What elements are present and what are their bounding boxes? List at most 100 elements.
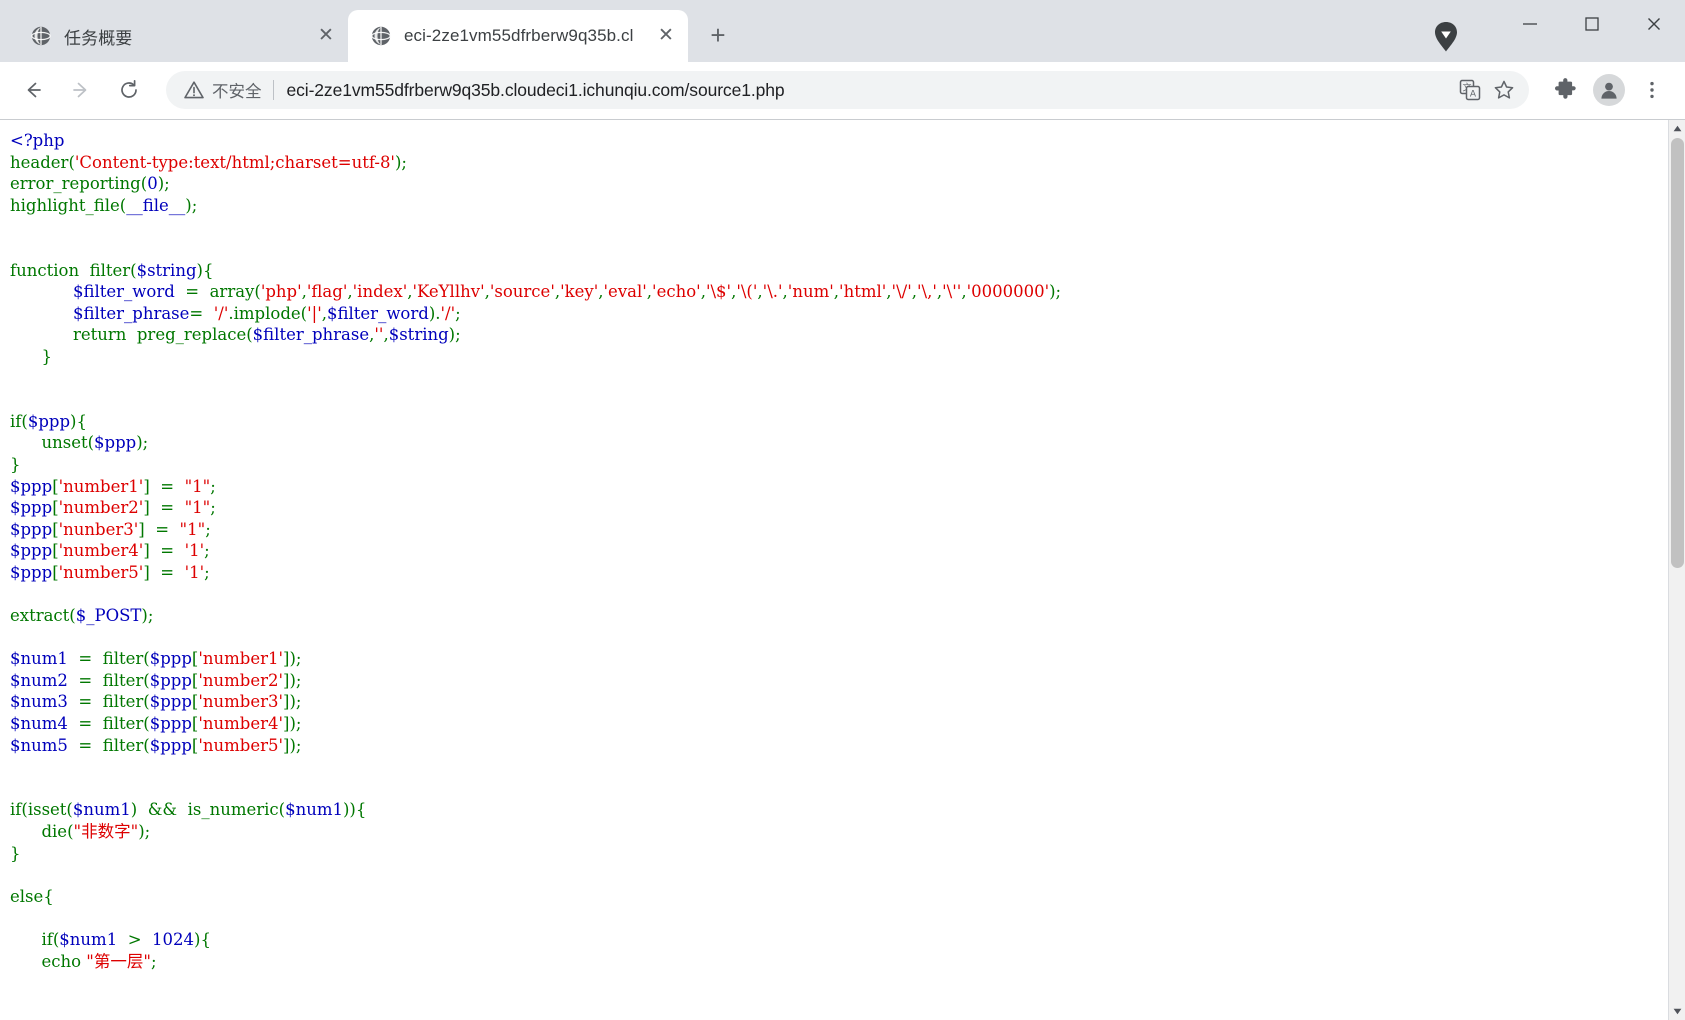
code-token: 'key' (560, 282, 599, 302)
code-token: ); (1049, 282, 1062, 302)
scroll-up-arrow[interactable] (1669, 120, 1685, 137)
code-token: } (10, 454, 21, 474)
code-token: 'index' (352, 282, 408, 302)
code-token: $ppp (27, 411, 71, 431)
browser-window: 任务概要 ✕ eci-2ze1vm55dfrberw9q35b.cl ✕ + 不… (0, 0, 1685, 1020)
code-token: ) && is_numeric( (130, 800, 286, 820)
code-token: 'nunber3' (58, 519, 139, 539)
puzzle-piece-icon[interactable] (1545, 69, 1587, 111)
code-token: 'eval' (603, 282, 647, 302)
browser-tab-2[interactable]: eci-2ze1vm55dfrberw9q35b.cl ✕ (348, 10, 688, 62)
code-token: ; (204, 541, 210, 561)
code-token: = filter( (67, 670, 150, 690)
maximize-button[interactable] (1561, 2, 1623, 46)
code-token: = filter( (67, 649, 150, 669)
browser-tab-1[interactable]: 任务概要 ✕ (8, 10, 348, 62)
tab-title: eci-2ze1vm55dfrberw9q35b.cl (404, 26, 634, 45)
code-token: $string (136, 260, 197, 280)
code-token: 'source' (489, 282, 555, 302)
code-token: "1" (179, 519, 206, 539)
code-token: '\(' (736, 282, 758, 302)
code-token: } (10, 843, 21, 863)
code-token: 'number5' (198, 735, 284, 755)
code-token: preg_replace( (126, 325, 253, 345)
code-token: $string (388, 325, 449, 345)
warning-triangle-icon (184, 80, 204, 100)
code-token: filter( (79, 260, 137, 280)
code-token: highlight_file (10, 195, 120, 215)
code-token: ]); (283, 735, 302, 755)
code-token: = filter( (67, 714, 150, 734)
code-token: $ppp (149, 649, 192, 669)
close-button[interactable] (1623, 2, 1685, 46)
code-token: ] = (143, 562, 185, 582)
code-token: '\/' (891, 282, 912, 302)
code-token: ; (210, 498, 216, 518)
security-status-label: 不安全 (212, 83, 262, 101)
scrollbar-thumb[interactable] (1671, 138, 1684, 568)
code-token: ); (157, 174, 170, 194)
code-token: $ppp (94, 433, 137, 453)
code-token: ). (428, 303, 441, 323)
code-token: <?php (10, 131, 65, 150)
code-token: = filter( (67, 735, 150, 755)
code-token: = (174, 282, 210, 302)
code-token: ; (455, 303, 461, 323)
code-token: $num2 (10, 670, 68, 690)
code-token: 'number1' (58, 476, 144, 496)
forward-button[interactable] (60, 69, 102, 111)
back-button[interactable] (12, 69, 54, 111)
code-token: 'number4' (198, 714, 284, 734)
code-token: 'number1' (198, 649, 284, 669)
translate-icon[interactable]: 文 A (1453, 73, 1487, 107)
window-controls (1499, 2, 1685, 46)
code-token: ] = (138, 519, 180, 539)
code-token: ] = (143, 541, 185, 561)
tab-title: 任务概要 (64, 28, 133, 48)
code-token: $ppp (10, 519, 53, 539)
code-token: '1' (184, 562, 205, 582)
minimize-button[interactable] (1499, 2, 1561, 46)
tab-close-icon[interactable]: ✕ (654, 24, 678, 48)
address-bar[interactable]: 不安全 eci-2ze1vm55dfrberw9q35b.cloudeci1.i… (166, 71, 1529, 109)
code-token: .implode( (228, 303, 308, 323)
code-token: $ppp (10, 498, 53, 518)
code-token: $_POST (75, 606, 142, 626)
code-token: 1024 (152, 929, 195, 949)
tab-close-icon[interactable]: ✕ (314, 24, 338, 48)
code-token: ; (210, 476, 216, 496)
person-avatar-icon[interactable] (1593, 74, 1625, 106)
code-token: extract( (10, 606, 76, 626)
download-pin-icon[interactable] (1433, 20, 1459, 54)
globe-icon (370, 25, 392, 47)
code-token: $ppp (149, 735, 192, 755)
star-icon[interactable] (1487, 73, 1521, 107)
code-token: 'number5' (58, 562, 144, 582)
code-token: ] = (143, 498, 185, 518)
code-token: "1" (184, 476, 211, 496)
code-token: "1" (184, 498, 211, 518)
code-token: $num5 (10, 735, 68, 755)
code-token: 'KeYllhv' (412, 282, 485, 302)
new-tab-button[interactable]: + (698, 16, 738, 56)
page-scrollbar[interactable] (1668, 120, 1685, 1020)
code-token: $num1 (72, 800, 131, 820)
code-token: error_reporting (10, 174, 141, 194)
omnibox-divider (272, 80, 274, 100)
reload-button[interactable] (108, 69, 150, 111)
url-text[interactable]: eci-2ze1vm55dfrberw9q35b.cloudeci1.ichun… (287, 80, 1446, 101)
code-token: = filter( (67, 692, 150, 712)
code-token: )){ (342, 800, 367, 820)
code-token: function (10, 260, 80, 280)
three-dots-vertical-icon[interactable] (1631, 69, 1673, 111)
code-token: ] = (143, 476, 185, 496)
scroll-down-arrow[interactable] (1669, 1003, 1685, 1020)
code-token: '|' (307, 303, 322, 323)
code-token: $filter_phrase (252, 325, 370, 345)
code-token: ){ (70, 411, 87, 431)
code-token: 'num' (787, 282, 834, 302)
code-token: $ppp (149, 692, 192, 712)
code-token: 'echo' (652, 282, 701, 302)
code-token: ); (136, 433, 149, 453)
